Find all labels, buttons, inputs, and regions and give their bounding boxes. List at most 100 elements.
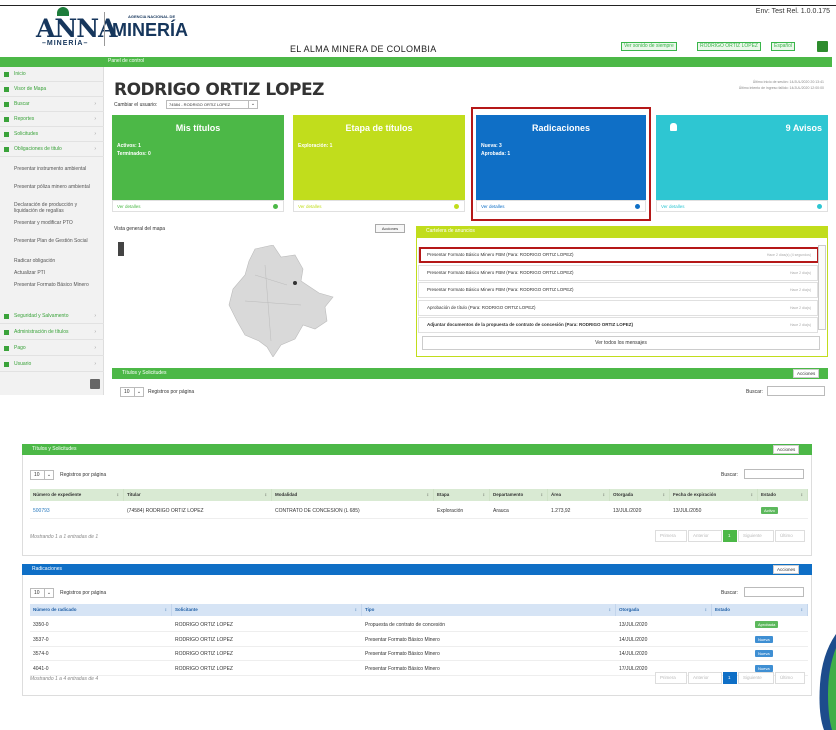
card-details-label: Ver detalles (117, 204, 141, 209)
list-icon (4, 330, 9, 335)
page-button[interactable]: Siguiente (738, 672, 774, 684)
radicaciones-rpp-select[interactable]: 10 ⌄ (30, 588, 54, 598)
sidebar-item[interactable]: Solicitudes › (0, 127, 104, 142)
breadcrumb[interactable]: Panel de control (108, 58, 144, 64)
sidebar-item-label: Seguridad y Salvamento (14, 313, 69, 319)
column-label: Tipo (365, 607, 375, 612)
sidebar-subitem[interactable]: Actualizar PTI (14, 270, 100, 276)
status-badge: Activo (761, 507, 778, 515)
radicaciones-header: Radicaciones (22, 564, 812, 575)
page-button[interactable]: Último (775, 672, 805, 684)
page-button[interactable]: Siguiente (738, 530, 774, 542)
sidebar-subitem[interactable]: Declaración de producción y liquidación … (14, 202, 100, 214)
sidebar-subitem[interactable]: Presentar Plan de Gestión Social (14, 238, 100, 244)
user-menu-button[interactable]: RODRIGO ORTIZ LOPEZ (697, 42, 761, 51)
column-header[interactable]: Número de radicado ↕ (30, 604, 172, 616)
titulos-search-input[interactable] (744, 469, 804, 479)
sidebar-subitem[interactable]: Presentar y modificar PTO (14, 220, 100, 226)
sidebar-item-label: Visor de Mapa (14, 86, 47, 92)
mini-rpp-value: 10 (124, 389, 130, 395)
page-button[interactable]: Primera (655, 672, 687, 684)
radicaciones-search-input[interactable] (744, 587, 804, 597)
column-header[interactable]: Número de expediente ↕ (30, 489, 124, 501)
titulos-header: Títulos y Solicitudes (22, 444, 812, 455)
language-button[interactable]: Español (771, 42, 796, 51)
sidebar-item[interactable]: Inicio (0, 67, 104, 82)
page-button[interactable]: Primera (655, 530, 687, 542)
table-cell[interactable]: 500793 (30, 503, 124, 519)
sidebar-item[interactable]: Usuario › (0, 357, 104, 372)
titulos-actions-button[interactable]: Acciones (773, 445, 800, 454)
page-title: RODRIGO ORTIZ LOPEZ (114, 80, 324, 100)
column-header[interactable]: Otorgada ↕ (610, 489, 670, 501)
map-zoom-control[interactable] (118, 242, 124, 256)
sidebar-item[interactable]: Obligaciones de titulo › (0, 142, 104, 157)
table-row[interactable]: 3537-0 RODRIGO ORTIZ LOPEZ Presentar Forma… (30, 633, 808, 647)
samples-button[interactable]: Ver sonido de siempre (621, 42, 677, 51)
notifications-scrollbar[interactable] (818, 245, 826, 330)
table-row[interactable]: 3350-0 RODRIGO ORTIZ LOPEZ Propuesta de co… (30, 618, 808, 632)
mini-actions-button[interactable]: Acciones (793, 369, 820, 378)
switch-user-select[interactable]: 74584 - RODRIGO ORTIZ LOPEZ ⌄ (166, 100, 258, 109)
table-cell: RODRIGO ORTIZ LOPEZ (175, 622, 233, 628)
chevron-right-icon: › (94, 313, 96, 319)
see-all-messages-button[interactable]: Ver todos los mensajes (422, 336, 820, 350)
sidebar-subitem[interactable]: Presentar instrumento ambiental (14, 166, 100, 172)
notification-item[interactable]: Adjuntar documentos de la propuesta de c… (418, 317, 818, 333)
card-details-link[interactable]: Ver detalles (656, 200, 828, 212)
sidebar-item[interactable]: Buscar › (0, 97, 104, 112)
column-header[interactable]: Modalidad ↕ (272, 489, 434, 501)
mineria-logo[interactable]: MINERÍA (112, 20, 188, 41)
card-etapa-titulos: Etapa de títulos Exploración: 1 Ver deta… (293, 115, 465, 212)
column-label: Estado (761, 492, 777, 497)
mini-rpp-select[interactable]: 10 ⌄ (120, 387, 144, 397)
sidebar-item[interactable]: Reportes › (0, 112, 104, 127)
page-current[interactable]: 1 (723, 530, 737, 542)
notification-item[interactable]: Presentar Formato Básico Minero FBM (Par… (418, 264, 818, 281)
column-header[interactable]: Estado ↕ (758, 489, 808, 501)
column-header[interactable]: Titular ↕ (124, 489, 272, 501)
table-row[interactable]: 3574-0 RODRIGO ORTIZ LOPEZ Presentar Forma… (30, 647, 808, 661)
notification-item[interactable]: Aprobación de título (Para: RODRIGO ORTI… (418, 299, 818, 316)
home-icon (4, 72, 9, 77)
table-cell: 3574-0 (33, 651, 49, 657)
column-header[interactable]: Otorgada ↕ (616, 604, 712, 616)
map-actions-button[interactable]: Acciones (375, 224, 405, 233)
column-header[interactable]: Etapa ↕ (434, 489, 490, 501)
sort-icon: ↕ (426, 492, 429, 497)
page-button[interactable]: Anterior (688, 530, 722, 542)
mini-search-input[interactable] (767, 386, 825, 396)
card-details-link[interactable]: Ver detalles (293, 200, 465, 212)
card-details-link[interactable]: Ver detalles (112, 200, 284, 212)
table-cell: 13/JUL/2020 (619, 622, 648, 628)
colombia-map[interactable] (215, 245, 335, 357)
page-current[interactable]: 1 (723, 672, 737, 684)
sidebar-subitem[interactable]: Radicar obligación (14, 258, 100, 264)
sidebar-subitem[interactable]: Presentar póliza minero ambiental (14, 184, 100, 190)
table-row[interactable]: 500793 (74584) RODRIGO ORTIZ LOPEZ CONTRAT… (30, 503, 808, 519)
sidebar-item[interactable]: Visor de Mapa (0, 82, 104, 97)
column-header[interactable]: Solicitante ↕ (172, 604, 362, 616)
column-header[interactable]: Departamento ↕ (490, 489, 548, 501)
column-header[interactable]: Tipo ↕ (362, 604, 616, 616)
column-label: Fecha de expiración (673, 492, 717, 497)
sidebar-item[interactable]: Seguridad y Salvamento › (0, 309, 104, 324)
status-badge: Nueva (755, 664, 773, 672)
menu-toggle-icon[interactable] (817, 41, 828, 52)
sidebar-subitem[interactable]: Presentar Formato Básico Minero (14, 282, 100, 288)
column-header[interactable]: Área ↕ (548, 489, 610, 501)
notifications-header: Cartelera de anuncios (416, 226, 828, 237)
radicaciones-actions-button[interactable]: Acciones (773, 565, 800, 574)
column-label: Solicitante (175, 607, 198, 612)
column-header[interactable]: Fecha de expiración ↕ (670, 489, 758, 501)
sidebar-settings-icon[interactable] (90, 379, 100, 389)
notification-item[interactable]: Presentar Formato Básico Minero FBM (Par… (418, 282, 818, 298)
page-button[interactable]: Anterior (688, 672, 722, 684)
page-button[interactable]: Último (775, 530, 805, 542)
column-header[interactable]: Estado ↕ (712, 604, 808, 616)
titulos-rpp-select[interactable]: 10 ⌄ (30, 470, 54, 480)
sidebar-item[interactable]: Administración de títulos › (0, 325, 104, 340)
sidebar-item[interactable]: Pago › (0, 341, 104, 356)
table-cell: 14/JUL/2020 (619, 636, 648, 643)
table-cell: (74584) RODRIGO ORTIZ LOPEZ (127, 508, 204, 514)
